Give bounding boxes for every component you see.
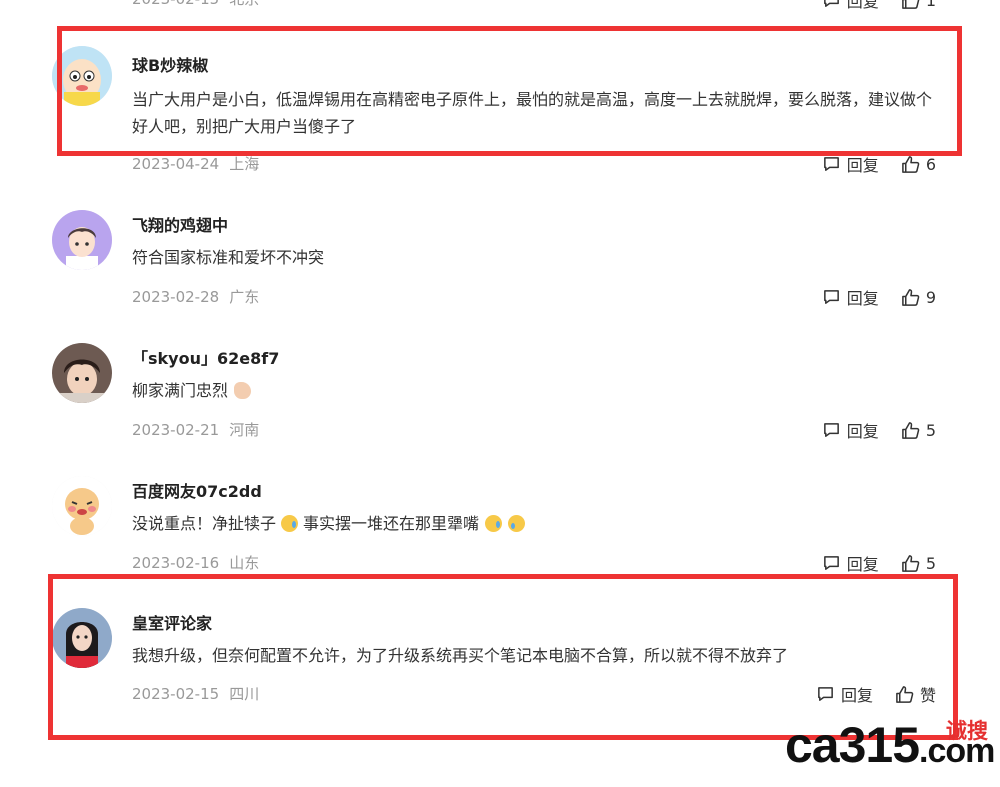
comment-actions: 回复 9 [822,285,936,309]
laughing-tears-emoji-icon [485,515,503,532]
avatar[interactable] [52,476,112,536]
avatar[interactable] [52,343,112,403]
watermark-text: ca315.com [785,717,995,779]
comment-meta: 2023-02-15 北京 [132,0,259,9]
flexed-biceps-emoji-icon [234,382,252,399]
avatar[interactable] [52,210,112,270]
like-button[interactable]: 9 [901,288,936,307]
comment-actions: 回复 5 [822,418,936,442]
like-count: 赞 [919,686,936,705]
reply-label: 回复 [846,156,879,175]
reply-button[interactable]: 回复 [822,551,879,575]
watermark-logo: 诚搜 ca315.com [785,717,995,779]
comment-meta: 2023-04-24 上海 [132,153,259,174]
reply-label: 回复 [846,555,879,574]
reply-button[interactable]: 回复 [822,0,879,12]
comment-text-part: 事实摆一堆还在那里犟嘴 [303,514,480,533]
comment-location: 河南 [229,421,260,439]
comment-actions: 回复 赞 [816,682,936,706]
thumbs-up-icon [901,288,920,306]
like-count: 9 [925,287,936,307]
reply-label: 回复 [840,686,873,705]
like-button[interactable]: 5 [901,554,936,573]
comment-bubble-icon [823,555,839,570]
watermark-domain: .com [919,732,995,770]
like-count: 6 [925,154,936,174]
cartoon-boy-avatar-icon [52,210,112,270]
thumbs-up-icon [901,155,920,173]
like-count: 5 [925,420,936,440]
avatar[interactable] [52,608,112,668]
child-photo-avatar-icon [52,343,112,403]
comment-location: 山东 [229,554,260,572]
username[interactable]: 皇室评论家 [132,610,212,634]
thumbs-up-icon [901,421,920,439]
comment-text: 没说重点！净扯犊子 事实摆一堆还在那里犟嘴 [132,510,942,537]
like-button[interactable]: 5 [901,421,936,440]
comment-meta: 2023-02-15 四川 [132,683,259,704]
cartoon-baby-avatar-icon [52,476,112,536]
like-button[interactable]: 6 [901,155,936,174]
comment-location: 上海 [229,155,260,173]
thumbs-up-icon [901,0,920,9]
username[interactable]: 百度网友07c2dd [132,478,262,502]
like-count: 1 [925,0,936,10]
comment-date: 2023-02-21 [132,421,220,439]
like-button[interactable]: 赞 [895,682,936,706]
reply-button[interactable]: 回复 [822,152,879,176]
comment-item: 球B炒辣椒 当广大用户是小白，低温焊锡用在高精密电子原件上，最怕的就是高温，高度… [50,46,940,176]
comment-location: 北京 [229,0,259,8]
reply-label: 回复 [846,0,879,11]
comment-bubble-icon [823,0,839,7]
reply-button[interactable]: 回复 [822,418,879,442]
comment-text: 柳家满门忠烈 [132,377,942,404]
partial-comment: 2023-02-15 北京 回复 1 [50,0,940,11]
comment-actions: 回复 5 [822,551,936,575]
reply-button[interactable]: 回复 [816,682,873,706]
like-button[interactable]: 1 [901,0,936,10]
reply-label: 回复 [846,422,879,441]
like-count: 5 [925,553,936,573]
comment-text-body: 柳家满门忠烈 [132,381,229,400]
comment-date: 2023-02-15 [132,685,220,703]
crying-emoji-icon [508,515,526,532]
comment-item: 皇室评论家 我想升级，但奈何配置不允许，为了升级系统再买个笔记本电脑不合算，所以… [50,608,940,708]
comment-text: 符合国家标准和爱坏不冲突 [132,248,325,267]
username[interactable]: 「skyou」62e8f7 [132,345,279,369]
comment-location: 四川 [229,685,260,703]
comment-meta: 2023-02-28 广东 [132,286,259,307]
comment-bubble-icon [818,686,833,701]
comment-bubble-icon [823,422,839,437]
comment-item: 百度网友07c2dd 没说重点！净扯犊子 事实摆一堆还在那里犟嘴 2023-02-… [50,476,940,576]
comment-date: 2023-02-15 [132,0,219,8]
comment-text: 当广大用户是小白，低温焊锡用在高精密电子原件上，最怕的就是高温，高度一上去就脱焊… [132,90,933,136]
comment-text-part: 没说重点！净扯犊子 [132,514,277,533]
comment-bubble-icon [823,289,839,304]
username[interactable]: 球B炒辣椒 [132,52,208,76]
reply-button[interactable]: 回复 [822,285,879,309]
comment-meta: 2023-02-21 河南 [132,419,259,440]
comment-text: 我想升级，但奈何配置不允许，为了升级系统再买个笔记本电脑不合算，所以就不得不放弃… [132,646,789,665]
comment-bubble-icon [823,156,839,171]
username[interactable]: 飞翔的鸡翅中 [132,212,228,236]
comment-date: 2023-02-16 [132,554,220,572]
comment-actions: 回复 6 [822,152,936,176]
comment-item: 飞翔的鸡翅中 符合国家标准和爱坏不冲突 2023-02-28 广东 回复 9 [50,210,940,310]
comment-location: 广东 [229,288,260,306]
watermark-main: ca315 [785,717,920,773]
thumbs-up-icon [896,685,914,703]
comment-meta: 2023-02-16 山东 [132,552,259,573]
cartoon-bald-man-avatar-icon [52,46,112,106]
comment-item: 「skyou」62e8f7 柳家满门忠烈 2023-02-21 河南 回复 5 [50,343,940,443]
woman-photo-avatar-icon [52,608,112,668]
reply-label: 回复 [846,289,879,308]
avatar[interactable] [52,46,112,106]
comment-actions: 回复 1 [822,0,936,12]
thumbs-up-icon [901,554,920,572]
comment-date: 2023-02-28 [132,288,220,306]
laughing-tears-emoji-icon [281,515,299,532]
comment-date: 2023-04-24 [132,155,220,173]
